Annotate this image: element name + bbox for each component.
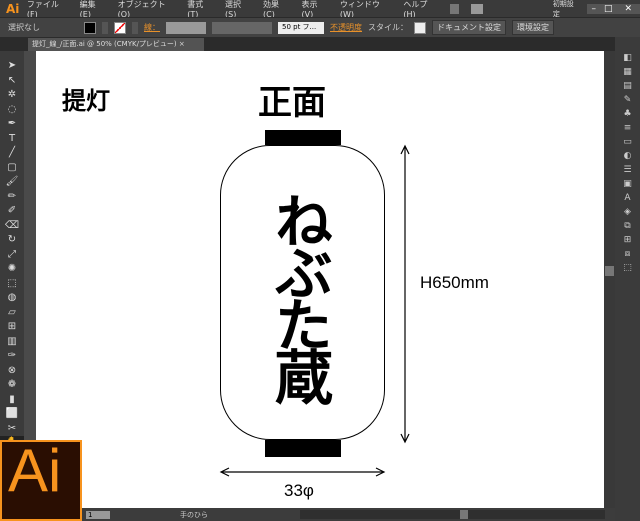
slice-icon[interactable]: ✂ [0, 422, 24, 437]
current-tool-status: 手のひら [180, 510, 208, 519]
menu-file[interactable]: ファイル(F) [27, 0, 68, 19]
pencil-icon[interactable]: ✏ [0, 190, 24, 205]
workspace-switcher[interactable]: 初期設定 [553, 0, 580, 19]
document-tab-title: 提灯_線_/正面.ai @ 50% (CMYK/プレビュー) [32, 40, 177, 48]
gradient-panel-icon[interactable]: ▭ [615, 135, 640, 149]
mesh-icon[interactable]: ⊞ [0, 320, 24, 335]
close-tab-icon[interactable]: × [179, 40, 185, 48]
warp-icon[interactable]: ✺ [0, 262, 24, 277]
paintbrush-icon[interactable]: 🖌 [0, 175, 24, 190]
pen-icon[interactable]: ✒ [0, 117, 24, 132]
menu-bar: Ai ファイル(F) 編集(E) オブジェクト(O) 書式(T) 選択(S) 効… [0, 0, 640, 19]
direct-selection-icon[interactable]: ↖ [0, 74, 24, 89]
stroke-weight-field[interactable] [166, 21, 206, 34]
selection-icon[interactable]: ➤ [0, 59, 24, 74]
stroke-label[interactable]: 線： [144, 22, 160, 33]
free-transform-icon[interactable]: ⬚ [0, 277, 24, 292]
eraser-icon[interactable]: ⌫ [0, 219, 24, 234]
transparency-icon[interactable]: ◐ [615, 149, 640, 163]
menu-type[interactable]: 書式(T) [187, 0, 213, 19]
artboards-icon[interactable]: ⧉ [615, 219, 640, 233]
control-bar: 選択なし 線： 50 pt フ... 不透明度 スタイル： ドキュメント設定 環… [0, 17, 640, 37]
menu-select[interactable]: 選択(S) [225, 0, 251, 19]
color-guide-icon[interactable]: ▦ [615, 65, 640, 79]
graph-icon[interactable]: ▮ [0, 393, 24, 408]
menu-view[interactable]: 表示(V) [302, 0, 328, 19]
diameter-dimension-label: 33φ [284, 481, 314, 500]
fill-swatch[interactable] [84, 21, 96, 34]
brush-field[interactable]: 50 pt フ... [278, 21, 324, 34]
stroke-dropdown[interactable] [132, 21, 138, 34]
variable-width-field[interactable] [212, 21, 272, 34]
appearance-icon[interactable]: ☰ [615, 163, 640, 177]
opacity-label[interactable]: 不透明度 [330, 22, 362, 33]
menu-edit[interactable]: 編集(E) [80, 0, 106, 19]
horizontal-scroll-thumb[interactable] [460, 510, 468, 519]
vertical-scrollbar[interactable] [604, 51, 615, 511]
style-label: スタイル： [368, 23, 408, 32]
illustrator-logo: Ai [0, 437, 82, 521]
minimize-button[interactable]: – [587, 3, 600, 14]
app-logo: Ai [6, 1, 20, 16]
shape-builder-icon[interactable]: ◍ [0, 291, 24, 306]
horizontal-scrollbar[interactable] [300, 510, 605, 519]
symbols-icon[interactable]: ♣ [615, 107, 640, 121]
menu-help[interactable]: ヘルプ(H) [403, 0, 438, 19]
pathfinder-icon[interactable]: ⧈ [615, 247, 640, 261]
rotate-icon[interactable]: ↻ [0, 233, 24, 248]
vertical-scroll-thumb[interactable] [605, 266, 614, 276]
selection-status: 選択なし [8, 23, 40, 32]
artboard-icon[interactable]: ⬜ [0, 407, 24, 422]
gradient-icon[interactable]: ▥ [0, 335, 24, 350]
menu-effect[interactable]: 効果(C) [263, 0, 289, 19]
stroke-swatch[interactable] [114, 21, 126, 34]
preferences-button[interactable]: 環境設定 [512, 20, 554, 35]
brushes-icon[interactable]: ✎ [615, 93, 640, 107]
height-dimension-label: H650mm [420, 273, 489, 292]
status-bar: 1 手のひら [82, 508, 615, 521]
align-icon[interactable]: ⊞ [615, 233, 640, 247]
fill-dropdown[interactable] [102, 21, 108, 34]
rectangle-icon[interactable]: ▢ [0, 161, 24, 176]
layers-icon[interactable]: ◈ [615, 205, 640, 219]
zoom-field[interactable]: 1 [86, 510, 110, 519]
blob-brush-icon[interactable]: ✐ [0, 204, 24, 219]
line-icon[interactable]: ╱ [0, 146, 24, 161]
eyedropper-icon[interactable]: ✑ [0, 349, 24, 364]
document-tab[interactable]: 提灯_線_/正面.ai @ 50% (CMYK/プレビュー) × [28, 38, 204, 51]
panel-dock: ◧ ▦ ▤ ✎ ♣ ≡ ▭ ◐ ☰ ▣ A ◈ ⧉ ⊞ ⧈ ⬚ [615, 37, 640, 521]
artboard[interactable]: 提灯 正面 ねぶた蔵 H650mm 33φ [36, 51, 604, 511]
menu-window[interactable]: ウィンドウ(W) [340, 0, 392, 19]
scale-icon[interactable]: ⤢ [0, 248, 24, 263]
lasso-icon[interactable]: ◌ [0, 103, 24, 118]
symbol-sprayer-icon[interactable]: ❁ [0, 378, 24, 393]
color-panel-icon[interactable]: ◧ [615, 51, 640, 65]
blend-icon[interactable]: ⊗ [0, 364, 24, 379]
swatches-icon[interactable]: ▤ [615, 79, 640, 93]
bridge-icon[interactable] [449, 3, 460, 14]
maximize-button[interactable]: □ [599, 3, 617, 14]
arrange-icon[interactable] [471, 3, 483, 14]
dimension-lines [219, 144, 410, 477]
magic-wand-icon[interactable]: ✲ [0, 88, 24, 103]
document-settings-button[interactable]: ドキュメント設定 [432, 20, 506, 35]
perspective-icon[interactable]: ▱ [0, 306, 24, 321]
menu-object[interactable]: オブジェクト(O) [118, 0, 176, 19]
graphic-styles-icon[interactable]: ▣ [615, 177, 640, 191]
type-icon[interactable]: T [0, 132, 24, 147]
transform-icon[interactable]: ⬚ [615, 261, 640, 275]
stroke-panel-icon[interactable]: ≡ [615, 121, 640, 135]
tools-panel: ➤↖✲◌✒T╱▢🖌✏✐⌫↻⤢✺⬚◍▱⊞▥✑⊗❁▮⬜✂✋🔍 [0, 51, 24, 471]
character-icon[interactable]: A [615, 191, 640, 205]
close-button[interactable]: ✕ [616, 3, 640, 14]
style-swatch[interactable] [414, 21, 426, 34]
